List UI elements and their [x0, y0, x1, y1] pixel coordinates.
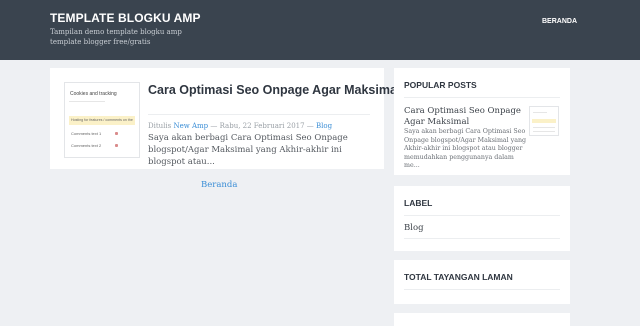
thumbnail-heading: Cookies and tracking: [70, 91, 117, 97]
popular-posts-title: POPULAR POSTS: [404, 80, 477, 90]
thumbnail-row-1: Comments text 1: [71, 131, 102, 136]
post-divider: [148, 114, 370, 115]
widget-divider: [404, 238, 560, 239]
thumbnail-rule: [69, 101, 105, 102]
label-widget: LABEL Blog: [394, 186, 570, 251]
thumbnail-marker: [115, 132, 118, 135]
post-card: Cookies and tracking Hosting for feature…: [50, 68, 400, 169]
post-thumbnail[interactable]: Cookies and tracking Hosting for feature…: [64, 82, 140, 158]
thumbnail-rule: [533, 127, 555, 128]
popular-post-snippet: Saya akan berbagi Cara Optimasi Seo Onpa…: [404, 128, 527, 169]
thumbnail-row-2: Comments text 2: [71, 143, 102, 148]
site-title[interactable]: TEMPLATE BLOGKU AMP: [50, 11, 201, 25]
thumbnail-marker: [115, 144, 118, 147]
popular-post-title-link[interactable]: Cara Optimasi Seo Onpage Agar Maksimal: [404, 106, 529, 128]
thumbnail-highlight-band: [532, 119, 556, 123]
pageviews-widget-title: TOTAL TAYANGAN LAMAN: [404, 272, 513, 282]
site-header: TEMPLATE BLOGKU AMP Tampilan demo templa…: [0, 0, 640, 60]
site-description: Tampilan demo template blogku amp templa…: [50, 28, 182, 46]
pageviews-widget: TOTAL TAYANGAN LAMAN: [394, 260, 570, 304]
label-item-blog[interactable]: Blog: [404, 223, 424, 233]
thumbnail-band-text: Hosting for features / comments on the: [71, 118, 133, 122]
post-meta: Ditulis New Amp — Rabu, 22 Februari 2017…: [148, 122, 332, 130]
widget-divider: [404, 215, 560, 216]
post-title-link[interactable]: Cara Optimasi Seo Onpage Agar Maksimal: [148, 82, 400, 98]
thumbnail-rule: [533, 131, 555, 132]
post-excerpt: Saya akan berbagi Cara Optimasi Seo Onpa…: [148, 133, 348, 167]
post-date: Rabu, 22 Februari 2017: [219, 122, 305, 130]
pager-home-link[interactable]: Beranda: [201, 180, 237, 190]
post-meta-separator: —: [306, 122, 314, 130]
widget-divider: [404, 97, 560, 98]
post-category-link[interactable]: Blog: [316, 122, 332, 130]
thumbnail-rule: [533, 112, 547, 113]
popular-post-thumbnail[interactable]: [529, 106, 559, 136]
post-author-link[interactable]: New Amp: [173, 122, 208, 130]
sidebar-widget-partial: [394, 313, 570, 326]
nav-home-link[interactable]: BERANDA: [542, 18, 577, 25]
post-meta-prefix: Ditulis: [148, 122, 172, 130]
widget-divider: [404, 289, 560, 290]
popular-posts-widget: POPULAR POSTS Cara Optimasi Seo Onpage A…: [394, 68, 570, 175]
post-meta-separator: —: [210, 122, 218, 130]
label-widget-title: LABEL: [404, 198, 433, 208]
